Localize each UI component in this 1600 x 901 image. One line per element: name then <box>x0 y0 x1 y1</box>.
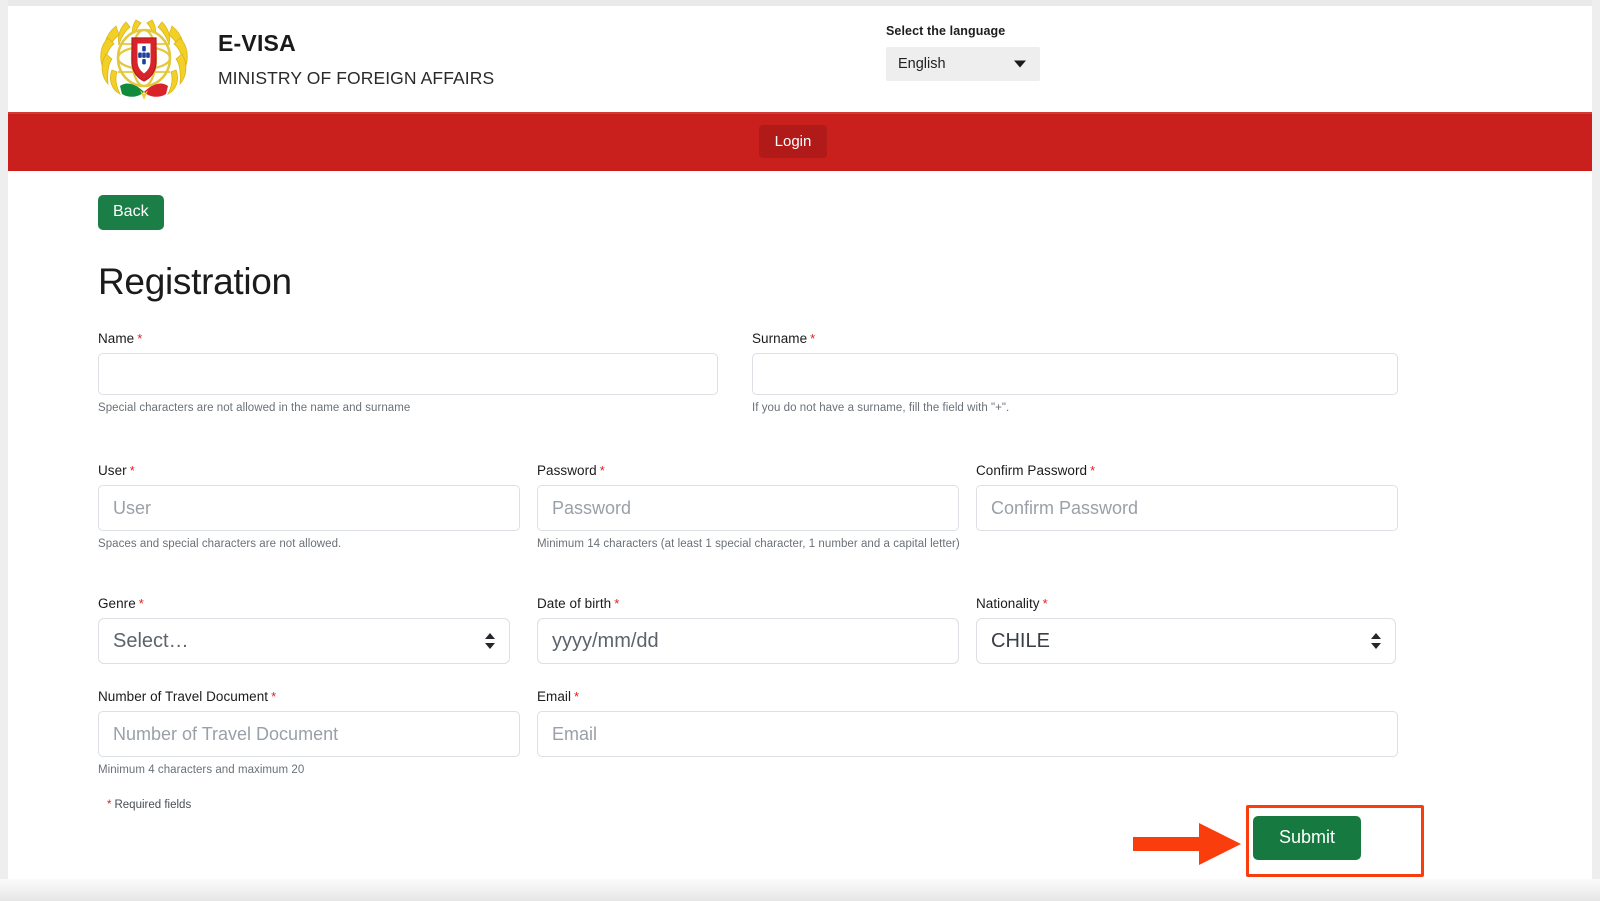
brand-block: E-VISA MINISTRY OF FOREIGN AFFAIRS <box>96 14 494 106</box>
field-label: User * <box>98 463 135 478</box>
field-help: Special characters are not allowed in th… <box>98 402 411 414</box>
password-input[interactable]: Password <box>537 485 959 531</box>
field-confirm-password: Confirm Password * Confirm Password <box>976 463 1398 531</box>
field-travel-document: Number of Travel Document * Number of Tra… <box>98 689 520 776</box>
required-asterisk: * <box>599 463 605 478</box>
travel-document-input[interactable]: Number of Travel Document <box>98 711 520 757</box>
field-label: Surname * <box>752 331 816 346</box>
required-asterisk: * <box>138 596 144 611</box>
confirm-password-input[interactable]: Confirm Password <box>976 485 1398 531</box>
genre-selected-value: Select… <box>113 629 189 652</box>
language-select[interactable]: English <box>886 47 1040 81</box>
field-label: Email * <box>537 689 580 704</box>
field-help: Minimum 14 characters (at least 1 specia… <box>537 538 960 550</box>
page-title: Registration <box>98 261 292 302</box>
user-input[interactable]: User <box>98 485 520 531</box>
chevron-updown-icon <box>485 632 495 650</box>
required-asterisk: * <box>271 689 277 704</box>
required-asterisk: * <box>614 596 620 611</box>
nationality-select[interactable]: CHILE <box>976 618 1396 664</box>
main-navbar: Login <box>8 112 1592 171</box>
name-input[interactable] <box>98 353 718 395</box>
field-help: Minimum 4 characters and maximum 20 <box>98 764 305 776</box>
portugal-coat-of-arms-icon <box>96 14 192 106</box>
required-asterisk: * <box>137 331 143 346</box>
required-asterisk: * <box>1090 463 1096 478</box>
nationality-selected-value: CHILE <box>991 629 1050 652</box>
login-button[interactable]: Login <box>758 125 828 158</box>
brand-title: E-VISA <box>218 30 296 56</box>
field-surname: Surname * If you do not have a surname, f… <box>752 331 1398 414</box>
required-asterisk: * <box>574 689 580 704</box>
field-date-of-birth: Date of birth * yyyy/mm/dd <box>537 596 959 664</box>
email-input[interactable]: Email <box>537 711 1398 757</box>
field-label: Name * <box>98 331 143 346</box>
language-selector-block: Select the language English <box>886 24 1040 81</box>
brand-subtitle: MINISTRY OF FOREIGN AFFAIRS <box>218 68 495 88</box>
submit-button-wrap: Submit <box>1253 816 1362 860</box>
field-help: If you do not have a surname, fill the f… <box>752 402 1010 414</box>
viewport-edge-right <box>1592 0 1600 901</box>
field-help: Spaces and special characters are not al… <box>98 538 342 550</box>
language-label: Select the language <box>886 24 1006 38</box>
page-root: E-VISA MINISTRY OF FOREIGN AFFAIRS Selec… <box>8 6 1592 879</box>
field-label: Password * <box>537 463 605 478</box>
field-user: User * User Spaces and special characters… <box>98 463 520 550</box>
brand-text: E-VISA MINISTRY OF FOREIGN AFFAIRS <box>218 29 494 91</box>
field-label: Number of Travel Document * <box>98 689 277 704</box>
field-label: Confirm Password * <box>976 463 1096 478</box>
chevron-down-icon <box>1014 60 1026 68</box>
date-of-birth-input[interactable]: yyyy/mm/dd <box>537 618 959 664</box>
field-name: Name * Special characters are not allowed… <box>98 331 718 414</box>
site-header: E-VISA MINISTRY OF FOREIGN AFFAIRS Selec… <box>8 6 1592 112</box>
viewport-edge-left <box>0 0 8 901</box>
required-asterisk: * <box>810 331 816 346</box>
language-selected-value: English <box>898 56 946 72</box>
required-asterisk: * <box>129 463 135 478</box>
browser-viewport: E-VISA MINISTRY OF FOREIGN AFFAIRS Selec… <box>0 0 1600 901</box>
annotation-pointer-arrow <box>1133 823 1241 865</box>
field-label: Date of birth * <box>537 596 620 611</box>
required-asterisk: * <box>1042 596 1048 611</box>
field-genre: Genre * Select… <box>98 596 510 664</box>
chevron-updown-icon <box>1371 632 1381 650</box>
field-password: Password * Password Minimum 14 characters… <box>537 463 960 550</box>
required-asterisk: * <box>107 799 112 811</box>
submit-button[interactable]: Submit <box>1253 816 1362 860</box>
back-button[interactable]: Back <box>98 195 164 230</box>
field-label: Genre * <box>98 596 144 611</box>
viewport-edge-bottom <box>0 879 1600 901</box>
surname-input[interactable] <box>752 353 1398 395</box>
field-email: Email * Email <box>537 689 1398 757</box>
genre-select[interactable]: Select… <box>98 618 510 664</box>
field-nationality: Nationality * CHILE <box>976 596 1396 664</box>
field-label: Nationality * <box>976 596 1048 611</box>
required-fields-note: * Required fields <box>107 799 192 811</box>
